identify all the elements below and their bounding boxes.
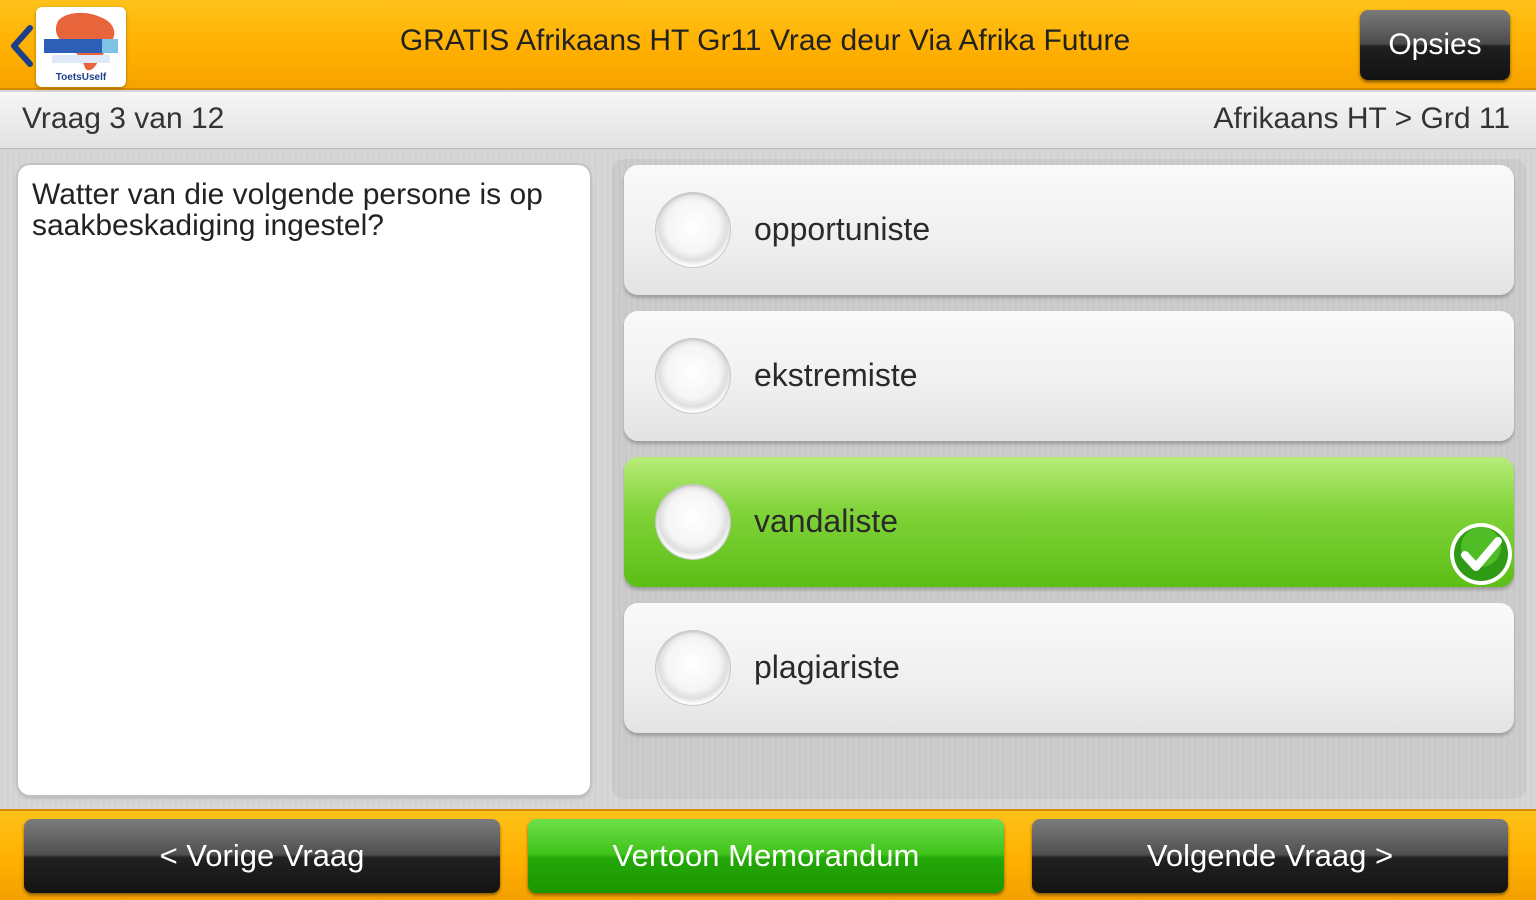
app-header: ToetsUself GRATIS Afrikaans HT Gr11 Vrae… xyxy=(0,0,1536,90)
app-logo: ToetsUself xyxy=(36,7,126,87)
answers-panel: opportuniste ekstremiste vandaliste plag… xyxy=(612,159,1526,799)
breadcrumb: Afrikaans HT > Grd 11 xyxy=(1213,102,1510,135)
next-question-button[interactable]: Volgende Vraag > xyxy=(1032,819,1508,893)
logo-wordmark: ToetsUself xyxy=(55,72,107,83)
answer-option-4[interactable]: plagiariste xyxy=(624,603,1514,733)
quiz-area: Watter van die volgende persone is op sa… xyxy=(0,149,1536,809)
answer-label: opportuniste xyxy=(754,211,931,247)
answer-label: plagiariste xyxy=(754,649,900,685)
options-button[interactable]: Opsies xyxy=(1360,10,1510,80)
radio-button[interactable] xyxy=(656,193,730,267)
show-memorandum-button[interactable]: Vertoon Memorandum xyxy=(528,819,1004,893)
answer-option-2[interactable]: ekstremiste xyxy=(624,311,1514,441)
footer-bar: < Vorige Vraag Vertoon Memorandum Volgen… xyxy=(0,809,1536,900)
checkmark-icon xyxy=(1450,523,1512,585)
question-text: Watter van die volgende persone is op sa… xyxy=(32,178,543,242)
answer-label: ekstremiste xyxy=(754,357,918,393)
app-title: GRATIS Afrikaans HT Gr11 Vrae deur Via A… xyxy=(399,24,1131,57)
previous-question-button[interactable]: < Vorige Vraag xyxy=(24,819,500,893)
chevron-left-icon[interactable] xyxy=(6,22,36,70)
answer-option-3[interactable]: vandaliste xyxy=(624,457,1514,587)
question-counter: Vraag 3 van 12 xyxy=(22,102,225,135)
radio-button[interactable] xyxy=(656,339,730,413)
radio-button[interactable] xyxy=(656,485,730,559)
answer-label: vandaliste xyxy=(754,503,899,539)
question-panel: Watter van die volgende persone is op sa… xyxy=(18,165,590,795)
answer-option-1[interactable]: opportuniste xyxy=(624,165,1514,295)
question-info-bar: Vraag 3 van 12 Afrikaans HT > Grd 11 xyxy=(0,92,1536,149)
radio-button[interactable] xyxy=(656,631,730,705)
